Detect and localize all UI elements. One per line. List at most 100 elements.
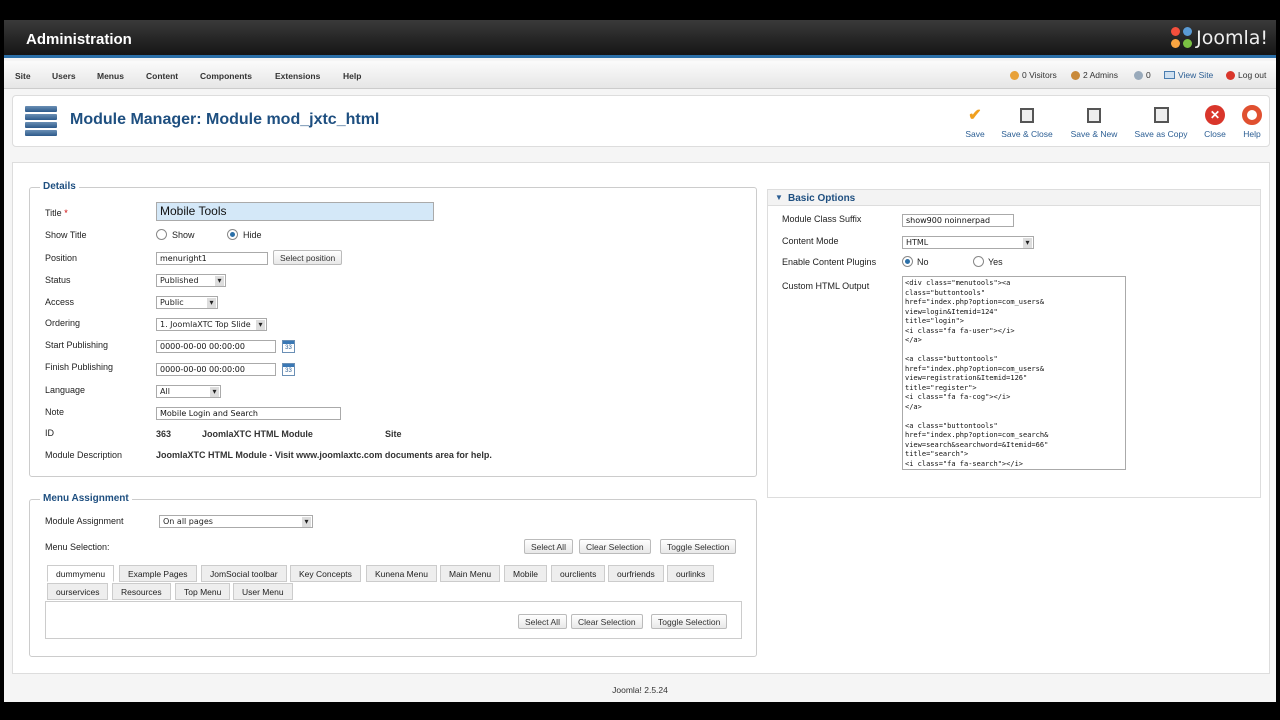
floppy-icon (1016, 104, 1038, 126)
main-panel: Details Title * Mobile Tools Show Title … (12, 162, 1270, 674)
show-title-show-radio[interactable] (156, 229, 167, 240)
tab-user-menu[interactable]: User Menu (233, 583, 293, 600)
help-button[interactable]: Help (1241, 104, 1263, 139)
admin-page: Administration Joomla! Site Users Menus … (4, 20, 1276, 702)
view-site-link[interactable]: View Site (1164, 70, 1213, 80)
position-input[interactable]: menuright1 (156, 252, 268, 265)
messages-status[interactable]: 0 (1134, 70, 1151, 80)
save-copy-button[interactable]: Save as Copy (1131, 104, 1191, 139)
save-new-button[interactable]: Save & New (1066, 104, 1122, 139)
details-legend: Details (40, 181, 79, 192)
copy-icon (1150, 104, 1172, 126)
close-button[interactable]: ✕ Close (1201, 104, 1229, 139)
module-type: JoomlaXTC HTML Module (202, 429, 313, 439)
tab-resources[interactable]: Resources (112, 583, 171, 600)
start-calendar-icon[interactable]: 33 (282, 340, 295, 353)
joomla-logo-text: Joomla! (1196, 27, 1268, 49)
visitors-icon (1010, 70, 1019, 80)
menu-assignment-legend: Menu Assignment (40, 493, 132, 504)
start-publishing-label: Start Publishing (45, 340, 109, 350)
menu-tab-content: Select All Clear Selection Toggle Select… (45, 601, 742, 639)
menu-menus[interactable]: Menus (97, 71, 124, 81)
ordering-select[interactable]: 1. JoomlaXTC Top Slide (156, 318, 267, 331)
title-label: Title * (45, 208, 68, 218)
tab-main-menu[interactable]: Main Menu (440, 565, 501, 582)
start-publishing-input[interactable]: 0000-00-00 00:00:00 (156, 340, 276, 353)
language-select[interactable]: All (156, 385, 221, 398)
tab-example-pages[interactable]: Example Pages (119, 565, 197, 582)
show-title-label: Show Title (45, 230, 87, 240)
tab-clear-selection-button[interactable]: Clear Selection (571, 614, 643, 629)
select-all-button[interactable]: Select All (524, 539, 573, 554)
close-icon: ✕ (1204, 104, 1226, 126)
checkmark-icon: ✔ (968, 107, 982, 124)
tab-jomsocial-toolbar[interactable]: JomSocial toolbar (201, 565, 287, 582)
tab-ourclients[interactable]: ourclients (551, 565, 606, 582)
tab-ourservices[interactable]: ourservices (47, 583, 109, 600)
details-fieldset: Details Title * Mobile Tools Show Title … (29, 181, 757, 477)
finish-calendar-icon[interactable]: 33 (282, 363, 295, 376)
page-title: Module Manager: Module mod_jxtc_html (70, 111, 380, 128)
content-mode-select[interactable]: HTML (902, 236, 1034, 249)
menu-extensions[interactable]: Extensions (275, 71, 320, 81)
logout-icon (1226, 70, 1235, 80)
joomla-logo[interactable]: Joomla! (1171, 26, 1268, 50)
note-label: Note (45, 407, 65, 417)
basic-options-header[interactable]: ▼ Basic Options (768, 190, 1260, 206)
toggle-selection-button[interactable]: Toggle Selection (660, 539, 737, 554)
tab-dummymenu[interactable]: dummymenu (47, 565, 115, 582)
menu-selection-label: Menu Selection: (45, 542, 110, 552)
toolbar-box: Module Manager: Module mod_jxtc_html ✔ S… (12, 95, 1270, 147)
monitor-icon (1164, 71, 1175, 79)
plugins-yes-radio[interactable] (973, 256, 984, 267)
title-input[interactable]: Mobile Tools (156, 202, 434, 221)
menu-content[interactable]: Content (146, 71, 178, 81)
tab-mobile[interactable]: Mobile (504, 565, 548, 582)
admins-icon (1071, 70, 1080, 80)
logout-link[interactable]: Log out (1226, 70, 1266, 80)
show-title-hide-radio[interactable] (227, 229, 238, 240)
custom-html-textarea[interactable]: <div class="menutools"><a class="buttont… (902, 276, 1126, 470)
note-input[interactable]: Mobile Login and Search (156, 407, 341, 420)
content-mode-label: Content Mode (782, 236, 839, 246)
class-suffix-input[interactable]: show900 noinnerpad (902, 214, 1014, 227)
plugins-no-radio[interactable] (902, 256, 913, 267)
id-label: ID (45, 428, 54, 438)
select-position-button[interactable]: Select position (273, 250, 343, 265)
module-assignment-select[interactable]: On all pages (159, 515, 313, 528)
clear-selection-button[interactable]: Clear Selection (579, 539, 651, 554)
access-label: Access (45, 297, 75, 307)
lifebuoy-icon (1241, 104, 1263, 126)
custom-html-label: Custom HTML Output (782, 281, 870, 291)
menu-users[interactable]: Users (52, 71, 76, 81)
save-close-button[interactable]: Save & Close (999, 104, 1055, 139)
main-menubar: Site Users Menus Content Components Exte… (4, 61, 1276, 89)
access-select[interactable]: Public (156, 296, 218, 309)
plugins-no-label: No (917, 257, 929, 267)
tab-toggle-selection-button[interactable]: Toggle Selection (651, 614, 728, 629)
language-label: Language (45, 385, 86, 395)
menu-components[interactable]: Components (200, 71, 252, 81)
tab-ourfriends[interactable]: ourfriends (608, 565, 664, 582)
menu-site[interactable]: Site (15, 71, 31, 81)
class-suffix-label: Module Class Suffix (782, 214, 862, 224)
tab-ourlinks[interactable]: ourlinks (667, 565, 715, 582)
finish-publishing-input[interactable]: 0000-00-00 00:00:00 (156, 363, 276, 376)
tab-top-menu[interactable]: Top Menu (175, 583, 231, 600)
hide-radio-label: Hide (243, 230, 262, 240)
status-select[interactable]: Published (156, 274, 226, 287)
footer-version: Joomla! 2.5.24 (612, 685, 668, 695)
tab-key-concepts[interactable]: Key Concepts (290, 565, 361, 582)
module-client: Site (385, 429, 402, 439)
plugins-yes-label: Yes (988, 257, 1003, 267)
basic-options-panel: ▼ Basic Options Module Class Suffix show… (767, 189, 1261, 498)
floppy-plus-icon (1083, 104, 1105, 126)
basic-options-title: Basic Options (788, 193, 856, 204)
show-radio-label: Show (172, 230, 195, 240)
status-label: Status (45, 275, 71, 285)
tab-kunena-menu[interactable]: Kunena Menu (366, 565, 437, 582)
save-button[interactable]: ✔ Save (963, 104, 987, 139)
tab-select-all-button[interactable]: Select All (518, 614, 567, 629)
menu-help[interactable]: Help (343, 71, 361, 81)
joomla-logo-icon (1171, 27, 1193, 49)
